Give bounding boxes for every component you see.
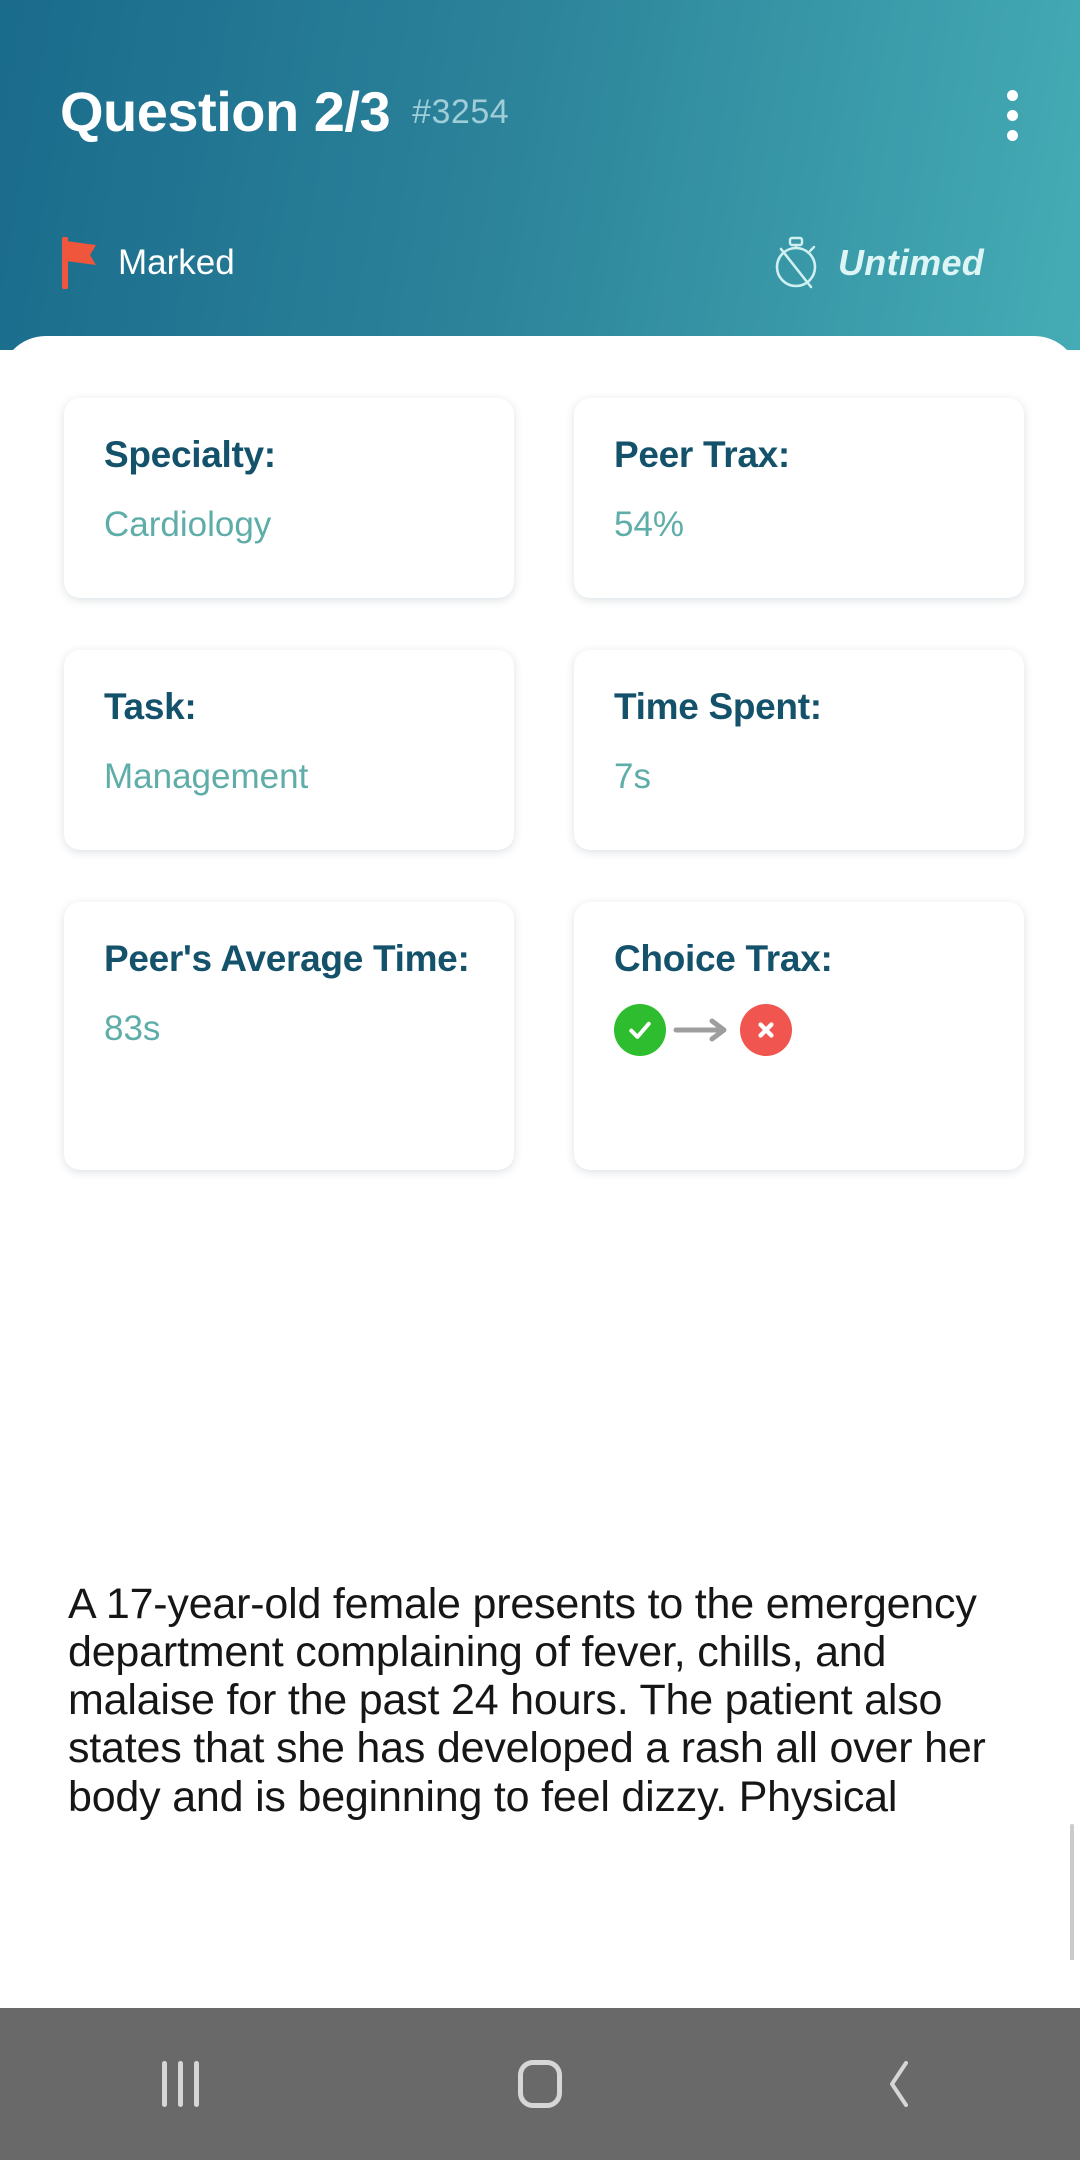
question-id: #3254 [412, 92, 510, 131]
green-check-circle-icon [614, 1004, 666, 1057]
info-card-time-spent: Time Spent: 7s [574, 650, 1024, 850]
card-label: Choice Trax: [614, 938, 833, 979]
question-stem: A 17-year-old female presents to the eme… [68, 1580, 986, 1821]
kebab-dot [1006, 109, 1018, 121]
page-title: Question 2/3 [60, 80, 391, 143]
app-root: Question 2/3 #3254 Marked Untimed Specia… [0, 0, 1080, 2160]
choice-trax-sequence [614, 1004, 984, 1057]
header-meta-row: Marked Untimed [0, 232, 1080, 302]
check-glyph [629, 1022, 651, 1040]
kebab-dot [1006, 89, 1018, 101]
home-button[interactable] [360, 2060, 720, 2108]
untimed-status: Untimed [770, 232, 984, 294]
header-title-row: Question 2/3 #3254 [60, 72, 1040, 152]
crossed-stopwatch-icon [775, 236, 817, 289]
recents-bar [177, 2061, 183, 2107]
content-sheet: Specialty: Cardiology Peer Trax: 54% Tas… [0, 336, 1080, 1960]
marked-label: Marked [118, 243, 235, 282]
card-value: Management [104, 757, 309, 797]
recents-button[interactable] [0, 2061, 360, 2107]
x-glyph [758, 1022, 774, 1038]
kebab-dot [1006, 129, 1018, 141]
recents-bar [161, 2061, 167, 2107]
text-clip-mask [0, 1948, 1080, 1960]
android-navigation-bar [0, 2008, 1080, 2160]
card-value: Cardiology [104, 505, 272, 545]
card-value: 7s [614, 757, 651, 797]
info-card-specialty: Specialty: Cardiology [64, 398, 514, 598]
card-label: Time Spent: [614, 686, 822, 727]
info-card-choice-trax: Choice Trax: [574, 902, 1024, 1170]
home-icon [518, 2060, 562, 2108]
right-arrow-icon [673, 1018, 727, 1042]
card-value: 54% [614, 505, 685, 545]
card-label: Specialty: [104, 434, 276, 475]
untimed-label: Untimed [838, 242, 985, 283]
recents-icon [161, 2061, 199, 2107]
info-card-peers-average-time: Peer's Average Time: 83s [64, 902, 514, 1170]
card-label: Task: [104, 686, 197, 727]
red-flag-icon [62, 237, 96, 289]
marked-status[interactable]: Marked [60, 232, 235, 294]
card-value: 83s [104, 1009, 161, 1049]
kebab-menu-icon[interactable] [990, 80, 1034, 150]
app-header: Question 2/3 #3254 Marked Untimed [0, 0, 1080, 350]
info-card-task: Task: Management [64, 650, 514, 850]
back-button[interactable] [720, 2059, 1080, 2109]
scrollbar[interactable] [1070, 1824, 1074, 1960]
card-label: Peer Trax: [614, 434, 790, 475]
back-chevron-icon [890, 2061, 908, 2107]
info-card-grid: Specialty: Cardiology Peer Trax: 54% Tas… [64, 398, 1024, 1170]
recents-bar [193, 2061, 199, 2107]
info-card-peer-trax: Peer Trax: 54% [574, 398, 1024, 598]
red-x-circle-icon [740, 1004, 792, 1057]
card-label: Peer's Average Time: [104, 938, 470, 979]
